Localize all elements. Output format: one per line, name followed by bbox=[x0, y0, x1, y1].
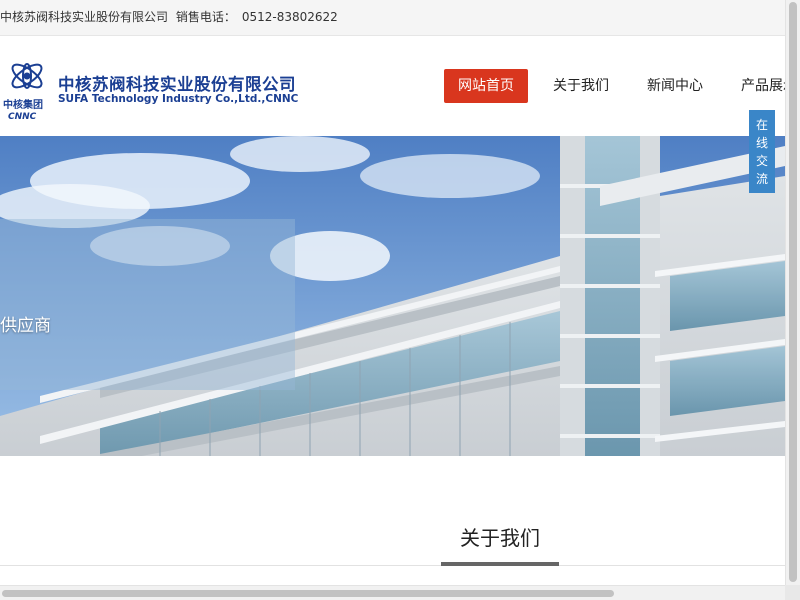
banner-overlay bbox=[0, 219, 295, 390]
vertical-scroll-thumb[interactable] bbox=[789, 2, 797, 582]
site-header: 中核集团 CNNC 中核苏阀科技实业股份有限公司 SUFA Technology… bbox=[0, 36, 797, 136]
chat-char: 交 bbox=[755, 154, 768, 168]
topbar-phone-label: 销售电话： bbox=[175, 10, 236, 24]
chat-char: 线 bbox=[755, 136, 768, 150]
hero-banner[interactable]: 供应商 bbox=[0, 136, 785, 456]
horizontal-scroll-thumb[interactable] bbox=[2, 590, 614, 597]
topbar-phone-number: 0512-83802622 bbox=[241, 10, 338, 24]
vertical-scrollbar[interactable] bbox=[785, 0, 800, 600]
horizontal-scrollbar[interactable] bbox=[0, 585, 785, 600]
group-name-text: 中核集团 bbox=[3, 98, 43, 111]
chat-char: 流 bbox=[755, 172, 768, 186]
nav-item-news[interactable]: 新闻中心 bbox=[647, 69, 703, 103]
online-chat-button[interactable]: 在 线 交 流 bbox=[749, 110, 775, 193]
company-logo[interactable]: 中核集团 CNNC 中核苏阀科技实业股份有限公司 SUFA Technology… bbox=[2, 56, 302, 126]
nav-item-about[interactable]: 关于我们 bbox=[553, 69, 609, 103]
about-section-title: 关于我们 bbox=[460, 526, 540, 550]
banner-caption: 供应商 bbox=[0, 316, 51, 336]
logo-company-cn: 中核苏阀科技实业股份有限公司 bbox=[58, 75, 296, 94]
topbar-company-name: 中核苏阀科技实业股份有限公司 bbox=[0, 10, 169, 24]
logo-company-en: SUFA Technology Industry Co.,Ltd.,CNNC bbox=[58, 93, 299, 105]
section-divider bbox=[0, 565, 785, 566]
group-abbr-text: CNNC bbox=[8, 112, 37, 120]
cnnc-emblem-icon: 中核集团 CNNC bbox=[3, 63, 43, 120]
top-info-bar: 中核苏阀科技实业股份有限公司 销售电话： 0512-83802622 bbox=[0, 0, 785, 36]
chat-char: 在 bbox=[755, 118, 768, 132]
about-title-underline bbox=[441, 562, 559, 566]
nav-item-home[interactable]: 网站首页 bbox=[444, 69, 528, 103]
scrollbar-corner bbox=[785, 585, 800, 600]
